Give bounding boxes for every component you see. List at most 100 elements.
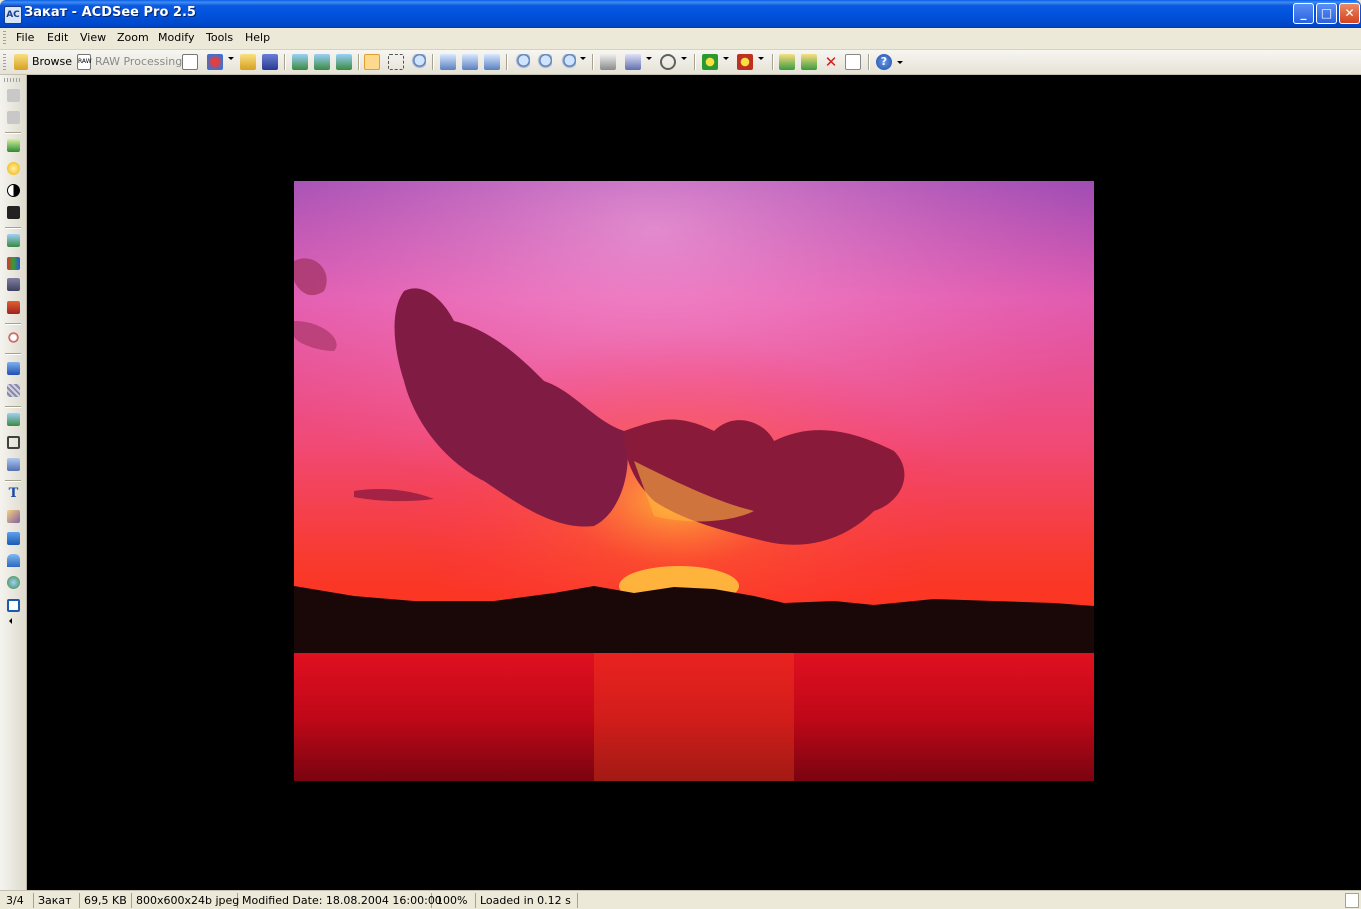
- tools-separator: [5, 227, 21, 229]
- rotate-icon[interactable]: [7, 458, 20, 471]
- tools-separator: [5, 406, 21, 408]
- toolbar-separator: [592, 54, 594, 70]
- crop-icon[interactable]: [7, 436, 20, 449]
- status-bar: 3/4 Закат 69,5 KB 800x600x24b jpeg Modif…: [0, 890, 1361, 909]
- menu-view[interactable]: View: [80, 31, 106, 44]
- close-button[interactable]: ✕: [1339, 3, 1360, 24]
- main-toolbar: Browse RAW RAW Processing ✕ ?: [0, 50, 1361, 75]
- properties-icon[interactable]: [845, 54, 861, 70]
- resize-icon[interactable]: [7, 413, 20, 426]
- red-eye-icon[interactable]: [7, 301, 20, 314]
- redo-icon[interactable]: [7, 111, 20, 124]
- lighting-icon[interactable]: [7, 162, 20, 175]
- slideshow-icon[interactable]: [336, 54, 352, 70]
- image-viewer[interactable]: [27, 75, 1361, 890]
- zoom-dropdown-icon[interactable]: [580, 57, 586, 60]
- status-image-index: 3/4: [2, 893, 34, 908]
- sharpen-icon[interactable]: [7, 362, 20, 375]
- photo-repair-icon[interactable]: [7, 278, 20, 291]
- sunset-photo-graphic: [294, 181, 1094, 781]
- distort-icon[interactable]: [7, 554, 20, 567]
- toolbar-grip[interactable]: [3, 54, 6, 70]
- undo-icon[interactable]: [7, 89, 20, 102]
- raw-icon: RAW: [77, 54, 92, 70]
- raw-processing-button[interactable]: RAW Processing: [95, 54, 182, 70]
- curves-icon[interactable]: [7, 206, 20, 219]
- menu-tools[interactable]: Tools: [206, 31, 233, 44]
- perspective-icon[interactable]: [7, 532, 20, 545]
- batch-icon[interactable]: [702, 54, 718, 70]
- menu-zoom[interactable]: Zoom: [117, 31, 149, 44]
- levels-icon[interactable]: [7, 184, 20, 197]
- send-dropdown-icon[interactable]: [646, 57, 652, 60]
- hand-tool-icon[interactable]: [364, 54, 380, 70]
- status-zoom: 100%: [432, 893, 476, 908]
- auto-exposure-icon[interactable]: [7, 139, 20, 152]
- help-dropdown-icon[interactable]: [897, 61, 903, 64]
- minimize-button[interactable]: _: [1293, 3, 1314, 24]
- sunset-image: [294, 181, 1094, 781]
- browse-button[interactable]: Browse: [32, 54, 72, 70]
- help-icon[interactable]: ?: [876, 54, 892, 70]
- toolbar-separator: [868, 54, 870, 70]
- toolbar-separator: [358, 54, 360, 70]
- color-balance-icon[interactable]: [7, 234, 20, 247]
- status-file-name: Закат: [34, 893, 80, 908]
- menu-grip[interactable]: [3, 31, 6, 46]
- toolbar-separator: [772, 54, 774, 70]
- toolbar-separator: [694, 54, 696, 70]
- size-grip[interactable]: [1345, 893, 1359, 908]
- batch-dropdown-icon[interactable]: [723, 57, 729, 60]
- edit-tools-strip: T: [0, 75, 27, 890]
- zoom-tool-icon[interactable]: [410, 54, 426, 70]
- edit-dropdown-icon[interactable]: [228, 57, 234, 60]
- previous-image-icon[interactable]: [292, 54, 308, 70]
- repair-icon[interactable]: [7, 510, 20, 523]
- status-file-size: 69,5 KB: [80, 893, 132, 908]
- send-icon[interactable]: [625, 54, 641, 70]
- border-icon[interactable]: [7, 599, 20, 612]
- print-icon[interactable]: [600, 54, 616, 70]
- maximize-button[interactable]: □: [1316, 3, 1337, 24]
- select-tool-icon[interactable]: [388, 54, 404, 70]
- status-dimensions: 800x600x24b jpeg: [132, 893, 239, 908]
- rotate-right-icon[interactable]: [462, 54, 478, 70]
- copy-to-icon[interactable]: [801, 54, 817, 70]
- menu-help[interactable]: Help: [245, 31, 270, 44]
- open-folder-icon[interactable]: [240, 54, 256, 70]
- filter-icon[interactable]: [660, 54, 676, 70]
- menu-modify[interactable]: Modify: [158, 31, 194, 44]
- toolbar-separator: [506, 54, 508, 70]
- eye-icon[interactable]: [7, 331, 20, 344]
- rotate-left-icon[interactable]: [440, 54, 456, 70]
- zoom-icon[interactable]: [560, 54, 576, 70]
- status-modified-date: Modified Date: 18.08.2004 16:00:00: [238, 893, 442, 908]
- flip-icon[interactable]: [484, 54, 500, 70]
- title-bar: AC Закат - ACDSee Pro 2.5 _ □ ✕: [0, 0, 1361, 28]
- move-to-icon[interactable]: [779, 54, 795, 70]
- noise-icon[interactable]: [7, 384, 20, 397]
- color-dropdown-icon[interactable]: [758, 57, 764, 60]
- window-title: Закат - ACDSee Pro 2.5: [24, 5, 196, 20]
- next-image-icon[interactable]: [314, 54, 330, 70]
- text-icon[interactable]: T: [7, 487, 20, 500]
- status-load-time: Loaded in 0.12 s: [476, 893, 578, 908]
- menu-file[interactable]: File: [16, 31, 34, 44]
- tools-grip[interactable]: [4, 78, 22, 82]
- browse-icon: [14, 54, 28, 70]
- edit-icon[interactable]: [207, 54, 223, 70]
- zoom-out-icon[interactable]: [536, 54, 552, 70]
- hue-icon[interactable]: [7, 257, 20, 270]
- app-icon[interactable]: AC: [4, 6, 22, 24]
- tools-separator: [5, 353, 21, 355]
- expand-tools-icon[interactable]: [9, 618, 12, 624]
- effects-icon[interactable]: [7, 576, 20, 589]
- delete-icon[interactable]: ✕: [823, 54, 839, 70]
- filter-dropdown-icon[interactable]: [681, 57, 687, 60]
- menu-edit[interactable]: Edit: [47, 31, 68, 44]
- raw-convert-icon[interactable]: [182, 54, 198, 70]
- zoom-in-icon[interactable]: [514, 54, 530, 70]
- color-icon[interactable]: [737, 54, 753, 70]
- tools-separator: [5, 323, 21, 325]
- save-icon[interactable]: [262, 54, 278, 70]
